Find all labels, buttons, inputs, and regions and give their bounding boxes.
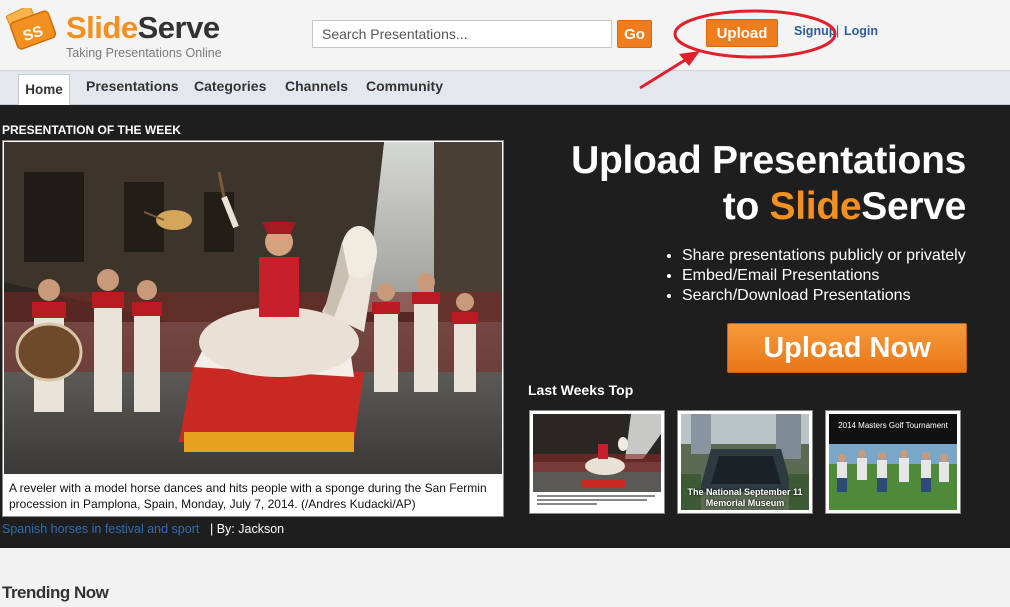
hero-headline-line1: Upload Presentations <box>571 139 966 182</box>
hero-features-list: Share presentations publicly or privatel… <box>664 246 1002 306</box>
brand-logo-text[interactable]: SlideServe <box>66 10 220 46</box>
hero-feature-item: Share presentations publicly or privatel… <box>682 246 1002 266</box>
featured-presentation-byline: | By: Jackson <box>210 522 285 536</box>
presentation-of-week-label: PRESENTATION OF THE WEEK <box>2 123 181 137</box>
signup-link[interactable]: Signup <box>794 24 836 38</box>
featured-presentation-image[interactable] <box>4 142 502 474</box>
auth-separator: | <box>836 24 840 38</box>
thumbnail-image <box>533 414 661 510</box>
upload-now-button[interactable]: Upload Now <box>727 323 967 373</box>
search-input[interactable] <box>312 20 612 48</box>
top-presentation-thumbnail-1[interactable] <box>529 410 665 514</box>
upload-button[interactable]: Upload <box>706 19 778 47</box>
login-link[interactable]: Login <box>844 24 878 38</box>
thumbnail-title: The National September 11 Memorial Museu… <box>687 487 803 508</box>
hero-feature-item: Embed/Email Presentations <box>682 266 1002 286</box>
hero-headline: Upload Presentations to SlideServe <box>510 138 966 230</box>
nav-tab-community[interactable]: Community <box>366 71 443 104</box>
search-go-button[interactable]: Go <box>617 20 652 48</box>
top-presentation-thumbnail-2[interactable]: The National September 11 Memorial Museu… <box>677 410 813 514</box>
nav-tab-categories[interactable]: Categories <box>194 71 266 104</box>
trending-now-heading: Trending Now <box>2 583 109 602</box>
nav-tab-channels[interactable]: Channels <box>285 71 348 104</box>
hero-feature-item: Search/Download Presentations <box>682 286 1002 306</box>
thumbnail-title: 2014 Masters Golf Tournament <box>838 421 948 430</box>
nav-tab-home[interactable]: Home <box>18 74 70 105</box>
featured-presentation-caption: A reveler with a model horse dances and … <box>9 481 487 511</box>
slideserve-logo-icon[interactable]: SS <box>5 8 61 54</box>
nav-tab-presentations[interactable]: Presentations <box>86 71 179 104</box>
brand-tagline: Taking Presentations Online <box>66 46 222 60</box>
main-nav: Home Presentations Categories Channels C… <box>0 71 1010 105</box>
top-presentation-thumbnail-3[interactable]: 2014 Masters Golf Tournament <box>825 410 961 514</box>
hero-headline-line2: to SlideServe <box>722 185 967 228</box>
last-weeks-top-heading: Last Weeks Top <box>528 382 634 398</box>
featured-presentation-title-link[interactable]: Spanish horses in festival and sport <box>2 522 199 536</box>
